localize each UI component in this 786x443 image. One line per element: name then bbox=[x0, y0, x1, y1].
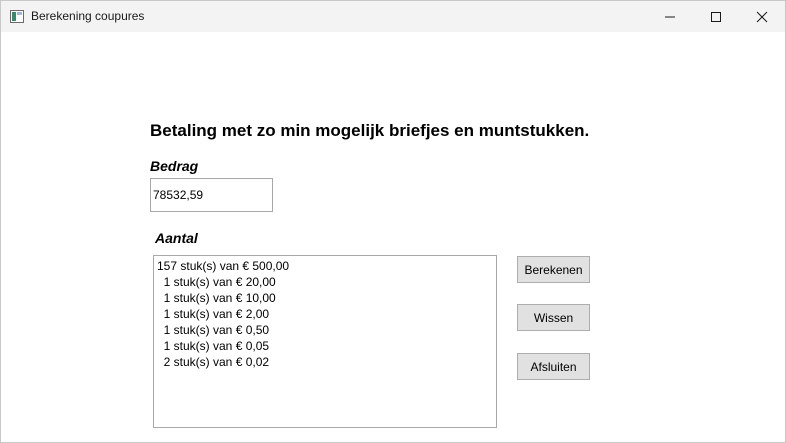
list-item[interactable]: 1 stuk(s) van € 0,50 bbox=[157, 322, 493, 338]
result-list[interactable]: 157 stuk(s) van € 500,00 1 stuk(s) van €… bbox=[153, 255, 497, 428]
list-item[interactable]: 1 stuk(s) van € 10,00 bbox=[157, 290, 493, 306]
list-item[interactable]: 1 stuk(s) van € 20,00 bbox=[157, 274, 493, 290]
close-icon bbox=[756, 11, 768, 22]
window-title: Berekening coupures bbox=[31, 9, 145, 23]
app-window: Berekening coupures Betaling met zo min … bbox=[0, 0, 786, 443]
exit-button[interactable]: Afsluiten bbox=[517, 353, 590, 380]
list-item[interactable]: 157 stuk(s) van € 500,00 bbox=[157, 258, 493, 274]
calculate-button[interactable]: Berekenen bbox=[517, 256, 590, 283]
app-icon bbox=[10, 10, 24, 23]
title-bar[interactable]: Berekening coupures bbox=[1, 1, 785, 32]
count-label: Aantal bbox=[155, 230, 198, 246]
maximize-icon bbox=[711, 11, 721, 22]
page-heading: Betaling met zo min mogelijk briefjes en… bbox=[150, 121, 590, 140]
minimize-icon bbox=[665, 16, 675, 17]
list-item[interactable]: 2 stuk(s) van € 0,02 bbox=[157, 354, 493, 370]
clear-button[interactable]: Wissen bbox=[517, 304, 590, 331]
close-button[interactable] bbox=[739, 1, 785, 32]
list-item[interactable]: 1 stuk(s) van € 0,05 bbox=[157, 338, 493, 354]
amount-label: Bedrag bbox=[150, 158, 199, 174]
amount-input[interactable] bbox=[150, 178, 273, 212]
list-item[interactable]: 1 stuk(s) van € 2,00 bbox=[157, 306, 493, 322]
maximize-button[interactable] bbox=[693, 1, 739, 32]
minimize-button[interactable] bbox=[647, 1, 693, 32]
